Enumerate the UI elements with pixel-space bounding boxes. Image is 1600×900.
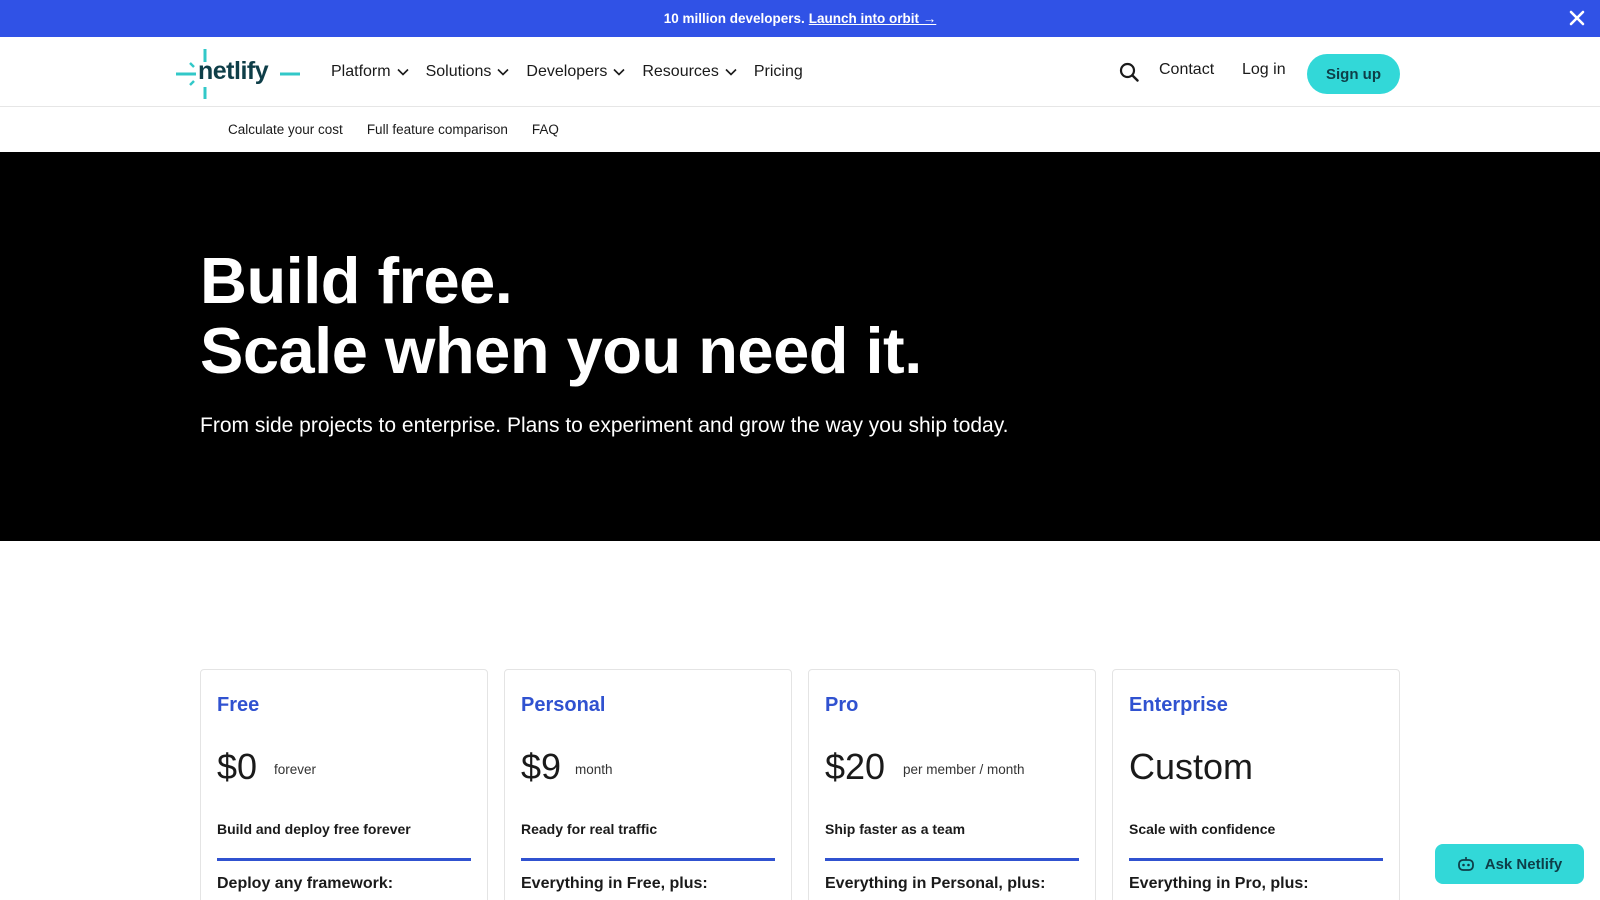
plan-tagline: Scale with confidence [1129, 821, 1276, 837]
hero-subtitle: From side projects to enterprise. Plans … [200, 414, 1009, 437]
plan-tagline: Ship faster as a team [825, 821, 966, 837]
main-nav: Platform Solutions Developers Resources … [331, 37, 820, 107]
signup-button[interactable]: Sign up [1307, 54, 1400, 94]
nav-resources[interactable]: Resources [642, 63, 737, 81]
pricing-subnav: Calculate your cost Full feature compari… [0, 107, 1600, 152]
nav-pricing[interactable]: Pricing [754, 63, 803, 81]
plan-name: Personal [521, 694, 606, 716]
chevron-down-icon [725, 68, 737, 76]
site-header: netlify Platform Solutions Developers Re… [0, 37, 1600, 107]
plan-divider [521, 858, 775, 861]
hero-section: Build free. Scale when you need it. From… [0, 152, 1600, 541]
announcement-link[interactable]: Launch into orbit → [809, 11, 937, 26]
plan-divider [825, 858, 1079, 861]
nav-resources-label: Resources [642, 63, 719, 80]
plan-price: $20 [825, 746, 886, 787]
nav-developers[interactable]: Developers [526, 63, 625, 81]
plan-price-unit: per member / month [903, 762, 1025, 777]
announcement-text: 10 million developers. [663, 11, 805, 26]
plan-price-unit: forever [274, 762, 317, 777]
nav-solutions-label: Solutions [425, 63, 492, 80]
plan-name: Pro [825, 694, 859, 716]
plan-card-free: Free $0 forever Build and deploy free fo… [200, 669, 488, 900]
chevron-down-icon [397, 68, 409, 76]
subnav-feature-comparison[interactable]: Full feature comparison [367, 122, 508, 137]
nav-platform[interactable]: Platform [331, 63, 409, 81]
contact-link[interactable]: Contact [1159, 61, 1214, 79]
plan-price-unit: month [575, 762, 613, 777]
login-link[interactable]: Log in [1242, 61, 1286, 79]
hero-title-line2: Scale when you need it. [200, 314, 922, 387]
nav-solutions[interactable]: Solutions [426, 63, 510, 81]
announcement-bar: 10 million developers. Launch into orbit… [0, 0, 1600, 37]
plan-features-heading: Deploy any framework: [217, 875, 394, 892]
hero-title: Build free. Scale when you need it. [200, 246, 922, 386]
subnav-faq[interactable]: FAQ [532, 122, 559, 137]
logo-wordmark: netlify [198, 57, 269, 85]
plan-card-pro: Pro $20 per member / month Ship faster a… [808, 669, 1096, 900]
plan-card-enterprise: Enterprise Custom Scale with confidence … [1112, 669, 1400, 900]
search-icon[interactable] [1119, 62, 1139, 82]
nav-developers-label: Developers [526, 63, 608, 80]
plan-features-heading: Everything in Free, plus: [521, 875, 708, 892]
nav-platform-label: Platform [331, 63, 391, 80]
subnav-calculate-cost[interactable]: Calculate your cost [228, 122, 343, 137]
plan-tagline: Build and deploy free forever [217, 821, 411, 837]
close-icon[interactable] [1568, 9, 1586, 27]
plan-card-personal: Personal $9 month Ready for real traffic… [504, 669, 792, 900]
nav-pricing-label: Pricing [753, 63, 803, 80]
plan-divider [217, 858, 471, 861]
plan-price: $9 [521, 746, 562, 787]
chevron-down-icon [613, 68, 625, 76]
plan-name: Free [217, 694, 260, 716]
plan-features-heading: Everything in Personal, plus: [825, 875, 1046, 892]
plan-divider [1129, 858, 1383, 861]
ask-netlify-label: Ask Netlify [1484, 855, 1563, 873]
netlify-logo[interactable]: netlify [176, 49, 302, 99]
robot-icon [1457, 857, 1474, 871]
plan-features-heading: Everything in Pro, plus: [1129, 875, 1309, 892]
plan-price: $0 [217, 746, 258, 787]
plan-name: Enterprise [1129, 694, 1228, 716]
plan-price: Custom [1129, 746, 1254, 787]
ask-netlify-button[interactable]: Ask Netlify [1435, 844, 1584, 884]
chevron-down-icon [497, 68, 509, 76]
hero-title-line1: Build free. [200, 244, 513, 317]
plan-tagline: Ready for real traffic [521, 821, 658, 837]
